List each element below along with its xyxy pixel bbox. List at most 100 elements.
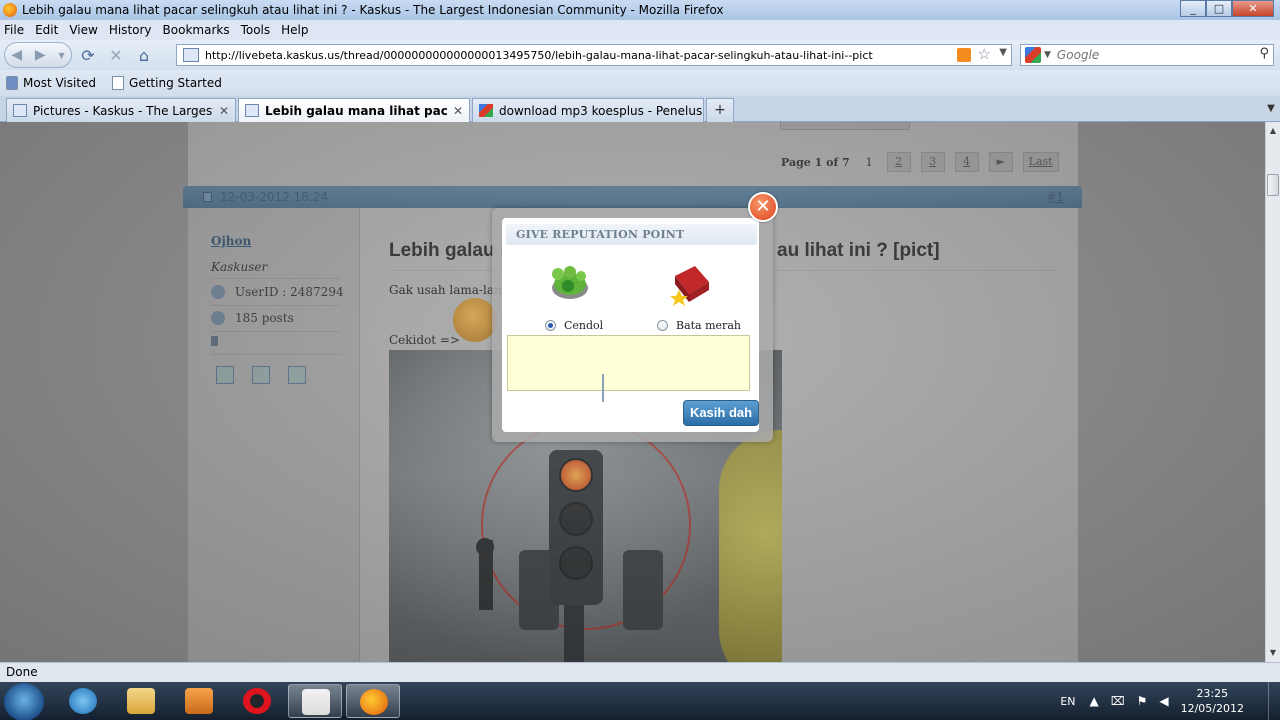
next-page-link[interactable]: ►: [988, 152, 1013, 172]
menu-history[interactable]: History: [109, 23, 152, 37]
bookmark-star-icon[interactable]: ☆: [978, 45, 991, 63]
reputation-comment-input[interactable]: [507, 335, 750, 391]
post-header: 12-03-2012 18:24 #1: [183, 186, 1082, 208]
minimize-button[interactable]: _: [1180, 0, 1206, 17]
history-dropdown-icon[interactable]: ▼: [58, 51, 64, 60]
bookmark-getting-started[interactable]: Getting Started: [112, 76, 222, 90]
user-actions: [216, 366, 324, 384]
post-icon: [203, 192, 212, 202]
firefox-taskbar-icon[interactable]: [346, 684, 400, 718]
username-link[interactable]: Ojhon: [211, 234, 251, 248]
search-input[interactable]: [1056, 48, 1247, 62]
bookmark-most-visited[interactable]: Most Visited: [6, 76, 96, 90]
file-explorer-icon[interactable]: [114, 684, 168, 718]
menu-bar: File Edit View History Bookmarks Tools H…: [0, 20, 1280, 40]
menu-bookmarks[interactable]: Bookmarks: [163, 23, 230, 37]
url-text[interactable]: http://livebeta.kaskus.us/thread/0000000…: [205, 49, 945, 62]
post-number-link[interactable]: #1: [1046, 190, 1064, 204]
back-arrow-icon[interactable]: ◀: [11, 47, 22, 63]
tab-close-icon[interactable]: ✕: [453, 104, 463, 118]
url-bar[interactable]: http://livebeta.kaskus.us/thread/0000000…: [176, 44, 1012, 66]
cendol-icon[interactable]: [548, 262, 592, 302]
google-favicon-icon: [479, 104, 493, 117]
taskbar: EN ▲ ⌧ ⚑ ◀ 23:25 12/05/2012: [0, 682, 1280, 720]
profile-icon[interactable]: [216, 366, 234, 384]
tab-list-icon[interactable]: ▼: [1262, 98, 1280, 120]
cendol-radio[interactable]: [545, 320, 556, 331]
close-icon[interactable]: ✕: [748, 192, 778, 222]
divider: [211, 278, 341, 279]
menu-file[interactable]: File: [4, 23, 24, 37]
add-friend-icon[interactable]: [252, 366, 270, 384]
language-indicator[interactable]: EN: [1060, 695, 1075, 708]
page-3-link[interactable]: 3: [920, 152, 945, 172]
status-bar: Done: [0, 662, 1280, 682]
windows-start-icon[interactable]: [4, 683, 44, 720]
reputation-dialog: GIVE REPUTATION POINT Cendol Bata merah …: [492, 208, 773, 442]
tray-expand-icon[interactable]: ▲: [1090, 694, 1099, 708]
bata-merah-radio[interactable]: [657, 320, 668, 331]
scrollbar-thumb[interactable]: [1267, 174, 1279, 196]
forward-arrow-icon[interactable]: ▶: [35, 47, 46, 63]
kaskus-favicon-icon: [183, 48, 199, 62]
home-icon[interactable]: ⌂: [132, 43, 156, 67]
posts-icon: [211, 311, 225, 325]
image-side-light: [623, 550, 663, 630]
yellow-lamp: [559, 502, 593, 536]
user-id-row: UserID : 2487294: [211, 285, 344, 299]
status-row: [211, 336, 218, 346]
last-page-link[interactable]: Last: [1022, 152, 1059, 172]
vertical-scrollbar[interactable]: ▲ ▼: [1265, 122, 1280, 662]
firefox-icon: [3, 3, 17, 17]
network-icon[interactable]: ⌧: [1111, 694, 1125, 708]
action-center-icon[interactable]: ⚑: [1137, 694, 1148, 708]
bata-merah-icon[interactable]: [669, 262, 713, 306]
kaskus-favicon-icon: [13, 104, 27, 117]
tab-pictures[interactable]: Pictures - Kaskus - The Largest Indo... …: [6, 98, 236, 122]
reload-icon[interactable]: ⟳: [76, 43, 100, 67]
opera-icon[interactable]: [230, 684, 284, 718]
user-posts-row: 185 posts: [211, 311, 294, 325]
tab-download-mp3[interactable]: download mp3 koesplus - Penelusu...: [472, 98, 704, 122]
internet-explorer-icon[interactable]: [56, 684, 110, 718]
page-4-link[interactable]: 4: [954, 152, 979, 172]
red-lamp: [559, 458, 593, 492]
scroll-down-icon[interactable]: ▼: [1266, 646, 1280, 660]
media-player-icon[interactable]: [172, 684, 226, 718]
report-icon[interactable]: [288, 366, 306, 384]
clock[interactable]: 23:25 12/05/2012: [1181, 686, 1244, 716]
search-icon[interactable]: ⚲: [1259, 46, 1269, 61]
kaskus-favicon-icon: [245, 104, 259, 117]
volume-icon[interactable]: ◀: [1159, 694, 1168, 708]
pink-app-glyph: [302, 689, 330, 715]
ie-glyph: [69, 688, 97, 714]
bookmarks-toolbar: Most Visited Getting Started: [0, 70, 1280, 96]
pink-app-icon[interactable]: [288, 684, 342, 718]
google-engine-icon[interactable]: [1025, 47, 1041, 63]
stop-icon[interactable]: ✕: [104, 43, 128, 67]
tab-lebih-galau[interactable]: Lebih galau mana lihat pacar selin... ✕: [238, 98, 470, 122]
engine-dropdown-icon[interactable]: ▼: [1044, 50, 1051, 60]
tab-close-icon[interactable]: ✕: [219, 104, 229, 118]
maximize-button[interactable]: □: [1206, 0, 1232, 17]
rss-feed-icon[interactable]: [957, 48, 971, 62]
url-dropdown-icon[interactable]: ▼: [999, 47, 1007, 58]
folder-glyph: [127, 688, 155, 714]
clock-date: 12/05/2012: [1180, 702, 1244, 715]
page-2-link[interactable]: 2: [886, 152, 911, 172]
menu-help[interactable]: Help: [281, 23, 308, 37]
window-controls: _ □ ✕: [1180, 0, 1274, 17]
new-tab-button[interactable]: +: [706, 98, 734, 122]
kasih-dah-button[interactable]: Kasih dah: [683, 400, 759, 426]
menu-edit[interactable]: Edit: [35, 23, 58, 37]
menu-view[interactable]: View: [69, 23, 97, 37]
cendol-option[interactable]: Cendol: [545, 319, 603, 332]
tab-bar: Pictures - Kaskus - The Largest Indo... …: [0, 96, 1280, 122]
bata-merah-option[interactable]: Bata merah: [657, 319, 741, 332]
menu-tools[interactable]: Tools: [241, 23, 271, 37]
show-desktop-button[interactable]: [1268, 682, 1280, 720]
scroll-up-icon[interactable]: ▲: [1266, 124, 1280, 138]
close-button[interactable]: ✕: [1232, 0, 1274, 17]
status-icon: [211, 336, 218, 346]
user-panel: Ojhon Kaskuser UserID : 2487294 185 post…: [188, 208, 360, 662]
